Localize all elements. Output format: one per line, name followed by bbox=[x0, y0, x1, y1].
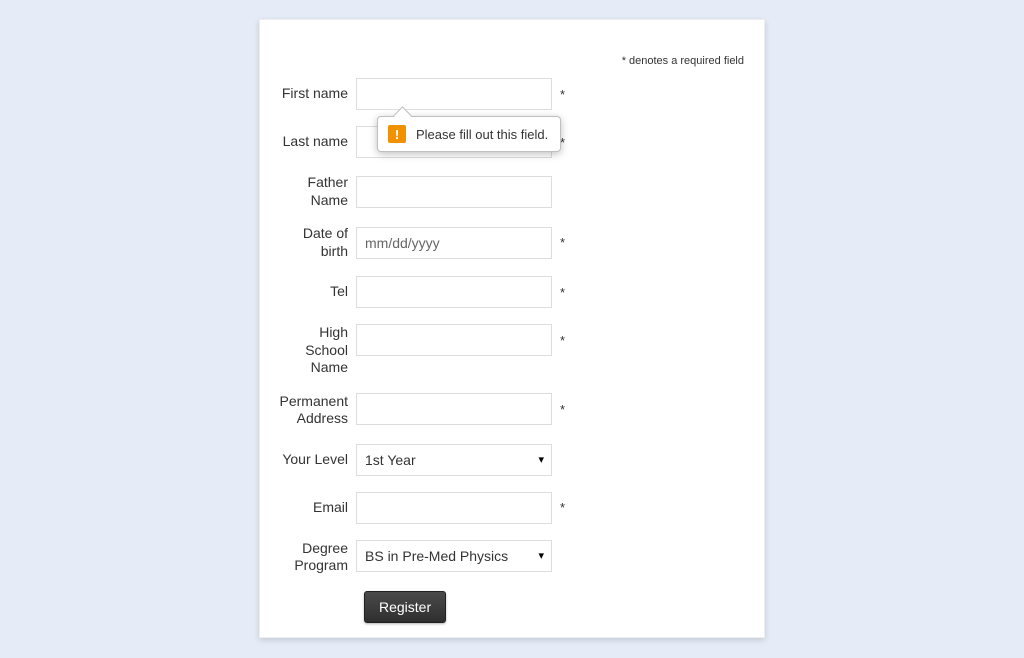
label-degree: Degree Program bbox=[276, 540, 356, 575]
tooltip-message: Please fill out this field. bbox=[416, 127, 548, 142]
label-father-name: Father Name bbox=[276, 174, 356, 209]
address-input[interactable] bbox=[356, 393, 552, 425]
required-star: * bbox=[560, 402, 565, 417]
required-star: * bbox=[560, 285, 565, 300]
label-tel: Tel bbox=[276, 283, 356, 301]
row-submit: Register bbox=[364, 591, 764, 623]
required-star: * bbox=[560, 87, 565, 102]
label-first-name: First name bbox=[276, 85, 356, 103]
row-high-school: High School Name * bbox=[276, 324, 764, 377]
dob-input[interactable] bbox=[356, 227, 552, 259]
email-input[interactable] bbox=[356, 492, 552, 524]
row-tel: Tel * bbox=[276, 276, 764, 308]
label-level: Your Level bbox=[276, 451, 356, 469]
father-name-input[interactable] bbox=[356, 176, 552, 208]
label-high-school: High School Name bbox=[276, 324, 356, 377]
row-level: Your Level 1st Year bbox=[276, 444, 764, 476]
required-star: * bbox=[560, 500, 565, 515]
register-button[interactable]: Register bbox=[364, 591, 446, 623]
row-first-name: First name * bbox=[276, 78, 764, 110]
row-email: Email * bbox=[276, 492, 764, 524]
high-school-input[interactable] bbox=[356, 324, 552, 356]
label-email: Email bbox=[276, 499, 356, 517]
label-last-name: Last name bbox=[276, 133, 356, 151]
row-father-name: Father Name bbox=[276, 174, 764, 209]
label-address: Permanent Address bbox=[276, 393, 356, 428]
required-note: * denotes a required field bbox=[622, 55, 744, 67]
tel-input[interactable] bbox=[356, 276, 552, 308]
label-dob: Date of birth bbox=[276, 225, 356, 260]
level-select[interactable]: 1st Year bbox=[356, 444, 552, 476]
row-address: Permanent Address * bbox=[276, 393, 764, 428]
row-degree: Degree Program BS in Pre-Med Physics bbox=[276, 540, 764, 575]
first-name-input[interactable] bbox=[356, 78, 552, 110]
warning-icon: ! bbox=[388, 125, 406, 143]
validation-tooltip: ! Please fill out this field. bbox=[377, 116, 561, 152]
form-card: * denotes a required field First name * … bbox=[259, 19, 765, 638]
degree-select[interactable]: BS in Pre-Med Physics bbox=[356, 540, 552, 572]
row-dob: Date of birth * bbox=[276, 225, 764, 260]
required-star: * bbox=[560, 235, 565, 250]
registration-form: First name * Last name * Father Name Dat… bbox=[260, 78, 764, 623]
required-star: * bbox=[560, 333, 565, 348]
